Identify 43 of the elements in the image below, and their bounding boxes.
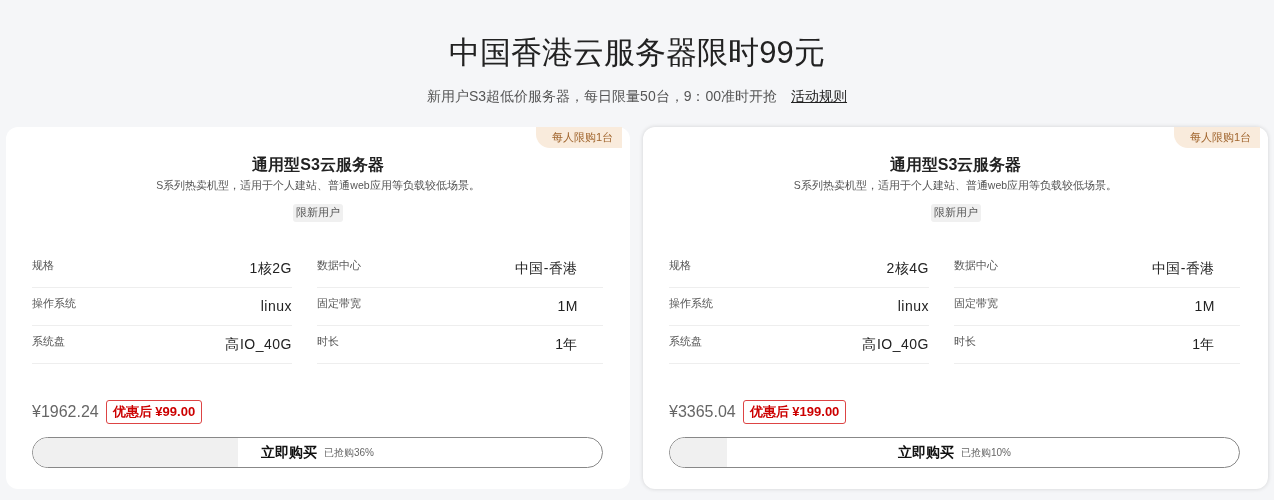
original-price: ¥1962.24 bbox=[32, 401, 99, 422]
spec-value: 1年 bbox=[555, 334, 578, 354]
spec-value: 2核4G bbox=[886, 258, 929, 278]
spec-label: 数据中心 bbox=[954, 258, 998, 273]
spec-label: 固定带宽 bbox=[317, 296, 361, 311]
subtitle: 新用户S3超低价服务器，每日限量50台，9：00准时开抢 bbox=[426, 88, 778, 104]
spec-value: 1M bbox=[1194, 296, 1215, 316]
product-description: S系列热卖机型，适用于个人建站、普通web应用等负载较低场景。 bbox=[155, 178, 481, 193]
user-tag: 限新用户 bbox=[930, 203, 981, 222]
buy-button[interactable]: 立即购买 已抢购10% bbox=[669, 436, 1240, 468]
spec-label: 系统盘 bbox=[669, 334, 702, 349]
user-tag: 限新用户 bbox=[293, 203, 343, 222]
spec-label: 规格 bbox=[32, 258, 54, 273]
limit-tag: 每人限购1台 bbox=[1173, 127, 1260, 148]
spec-label: 操作系统 bbox=[669, 296, 713, 311]
spec-label: 时长 bbox=[954, 334, 976, 349]
product-name: 通用型S3云服务器 bbox=[251, 155, 385, 175]
sold-percentage: 已抢购10% bbox=[961, 445, 1011, 460]
spec-label: 固定带宽 bbox=[954, 296, 998, 311]
spec-label: 数据中心 bbox=[317, 258, 361, 273]
page-title: 中国香港云服务器限时99元 bbox=[448, 34, 826, 72]
spec-value: 1核2G bbox=[249, 258, 292, 278]
spec-value: 中国-香港 bbox=[1151, 258, 1215, 278]
sold-percentage: 已抢购36% bbox=[324, 445, 374, 460]
limit-tag: 每人限购1台 bbox=[535, 127, 622, 148]
product-name: 通用型S3云服务器 bbox=[888, 155, 1023, 175]
spec-value: linux bbox=[260, 296, 292, 316]
discount-price: 优惠后 ¥99.00 bbox=[105, 400, 203, 424]
spec-label: 系统盘 bbox=[32, 334, 65, 349]
spec-value: 高IO_40G bbox=[862, 334, 929, 354]
original-price: ¥3365.04 bbox=[669, 401, 736, 422]
buy-button[interactable]: 立即购买 已抢购36% bbox=[32, 436, 603, 468]
rules-link[interactable]: 活动规则 bbox=[791, 88, 848, 104]
spec-value: 中国-香港 bbox=[514, 258, 578, 278]
spec-value: 1年 bbox=[1192, 334, 1215, 354]
product-description: S系列热卖机型，适用于个人建站、普通web应用等负载较低场景。 bbox=[792, 178, 1119, 193]
spec-label: 操作系统 bbox=[32, 296, 76, 311]
spec-value: linux bbox=[897, 296, 929, 316]
spec-label: 时长 bbox=[317, 334, 339, 349]
spec-label: 规格 bbox=[669, 258, 691, 273]
discount-price: 优惠后 ¥199.00 bbox=[742, 400, 847, 424]
spec-value: 高IO_40G bbox=[225, 334, 292, 354]
spec-value: 1M bbox=[557, 296, 578, 316]
